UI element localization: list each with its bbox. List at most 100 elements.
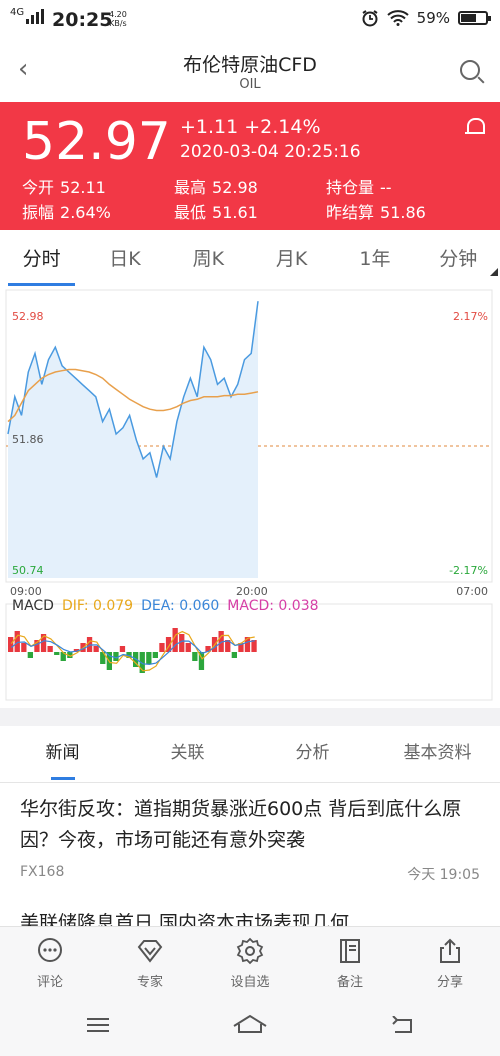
macd-bar: [27, 652, 33, 658]
stats-row: 振幅 2.64% 最低 51.61 昨结算 51.86: [22, 199, 492, 224]
stat-value: 52.98: [212, 178, 258, 197]
macd-bar: [93, 646, 99, 652]
intraday-chart[interactable]: 52.98 2.17% 51.86 50.74 -2.17% 09:00 20:…: [0, 288, 500, 708]
bell-icon[interactable]: [464, 116, 485, 138]
tab-1year[interactable]: 1年: [333, 232, 416, 286]
dropdown-icon[interactable]: [490, 268, 498, 276]
dif-value: DIF: 0.079: [61, 598, 134, 614]
macd-bar: [251, 640, 257, 652]
tab-news[interactable]: 新闻: [0, 726, 125, 782]
macd-bar: [192, 652, 198, 661]
macd-title: MACD: [12, 598, 54, 614]
note-button[interactable]: 备注: [300, 927, 400, 996]
price-mid-label: 51.86: [12, 433, 44, 446]
time-start-label: 09:00: [10, 585, 42, 598]
status-time: 20:25: [52, 9, 113, 31]
stat-open: 今开 52.11: [22, 174, 174, 199]
wifi-icon: [386, 10, 409, 26]
price-change: +1.11 +2.14%: [180, 116, 321, 138]
macd-bar: [54, 652, 60, 655]
note-label: 备注: [336, 975, 363, 990]
quote-panel: 52.97 +1.11 +2.14% 2020-03-04 20:25:16 今…: [0, 102, 500, 230]
price-bottom-label: 50.74: [12, 564, 44, 577]
tab-daily-k[interactable]: 日K: [83, 232, 166, 286]
pct-top-label: 2.17%: [453, 310, 488, 323]
macd-layer: [8, 628, 257, 673]
bottom-toolbar: 评论 专家 设自选 备注 分享: [0, 926, 500, 996]
comment-label: 评论: [36, 975, 63, 990]
stat-high: 最高 52.98: [174, 174, 326, 199]
tab-minute[interactable]: 分钟: [417, 232, 500, 286]
comment-button[interactable]: 评论: [0, 927, 100, 996]
search-icon[interactable]: [460, 60, 480, 80]
stat-label: 振幅: [22, 203, 55, 222]
back-nav-icon[interactable]: [391, 1016, 413, 1034]
macd-bar: [14, 631, 20, 652]
price-layer: [7, 301, 259, 578]
signal-icon: [26, 8, 46, 24]
tab-weekly-k[interactable]: 周K: [167, 232, 250, 286]
tab-fundamentals[interactable]: 基本资料: [375, 726, 500, 782]
alarm-icon: [362, 10, 378, 27]
news-meta: FX168 今天 19:05: [20, 864, 480, 884]
menu-icon[interactable]: [87, 1018, 109, 1032]
divider: [0, 782, 500, 783]
status-bar: 4G 20:25 4.20 KB/s 59%: [0, 0, 500, 40]
price-area: [8, 301, 258, 578]
stat-low: 最低 51.61: [174, 199, 326, 224]
pct-bottom-label: -2.17%: [449, 564, 488, 577]
stat-open-interest: 持仓量 --: [326, 174, 478, 199]
stat-value: --: [380, 178, 392, 197]
news-title-partial[interactable]: 美联储降息首日 国内资本市场表现几何: [20, 908, 480, 928]
tab-related[interactable]: 关联: [125, 726, 250, 782]
page-title: 布伦特原油CFD: [183, 54, 317, 76]
stat-label: 最低: [174, 203, 207, 222]
page-subtitle: OIL: [239, 77, 261, 92]
macd-bar: [21, 643, 27, 652]
share-button[interactable]: 分享: [400, 927, 500, 996]
share-label: 分享: [436, 975, 463, 990]
home-icon[interactable]: [232, 1014, 268, 1034]
news-time: 今天 19:05: [407, 867, 480, 883]
gear-icon: [236, 937, 264, 965]
period-tabs: 分时 日K 周K 月K 1年 分钟: [0, 232, 500, 286]
battery-icon: [458, 11, 491, 25]
current-price: 52.97: [22, 112, 171, 172]
notebook-icon: [340, 939, 360, 963]
network-type: 4G: [10, 7, 25, 18]
macd-legend: MACD DIF: 0.079 DEA: 0.060 MACD: 0.038: [12, 598, 319, 614]
stat-prev-settle: 昨结算 51.86: [326, 199, 478, 224]
stat-value: 51.61: [212, 203, 258, 222]
expert-button[interactable]: 专家: [100, 927, 200, 996]
tab-analysis[interactable]: 分析: [250, 726, 375, 782]
system-nav-bar: [0, 996, 500, 1056]
macd-bar: [113, 652, 119, 661]
news-item[interactable]: 华尔街反攻：道指期货暴涨近600点 背后到底什么原因？今夜，市场可能还有意外突袭…: [20, 794, 480, 884]
tab-monthly-k[interactable]: 月K: [250, 232, 333, 286]
chart-svg: [5, 289, 493, 701]
news-source: FX168: [20, 864, 65, 880]
macd-bar: [159, 643, 165, 652]
speed-value: 4.20: [109, 10, 127, 19]
news-title[interactable]: 华尔街反攻：道指期货暴涨近600点 背后到底什么原因？今夜，市场可能还有意外突袭: [20, 794, 480, 856]
stats-row: 今开 52.11 最高 52.98 持仓量 --: [22, 174, 492, 199]
news-tabs: 新闻 关联 分析 基本资料: [0, 726, 500, 782]
network-speed: 4.20 KB/s: [109, 10, 127, 28]
time-end-label: 07:00: [456, 585, 488, 598]
watchlist-button[interactable]: 设自选: [200, 927, 300, 996]
quote-stats: 今开 52.11 最高 52.98 持仓量 -- 振幅 2.64% 最低 51.61 昨结…: [22, 174, 492, 224]
macd-bar: [185, 643, 191, 652]
dea-value: DEA: 0.060: [141, 598, 220, 614]
price-top-label: 52.98: [12, 310, 44, 323]
macd-value: MACD: 0.038: [227, 598, 319, 614]
expert-label: 专家: [136, 975, 163, 990]
quote-time: 2020-03-04 20:25:16: [180, 142, 361, 162]
tab-intraday[interactable]: 分时: [0, 232, 83, 286]
comment-icon: [38, 938, 62, 962]
stat-value: 51.86: [380, 203, 426, 222]
stat-label: 最高: [174, 178, 207, 197]
macd-bar: [152, 652, 158, 658]
stat-label: 今开: [22, 178, 55, 197]
diamond-icon: [137, 940, 163, 963]
share-icon: [440, 938, 460, 963]
